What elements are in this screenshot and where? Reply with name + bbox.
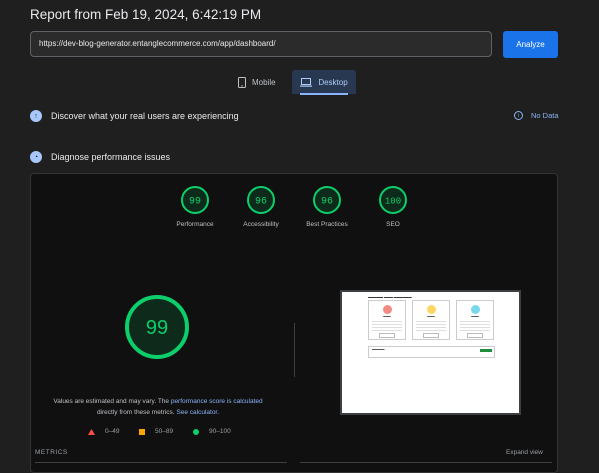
legend-fail: 0–49 — [88, 428, 119, 435]
score-label-best-practices: Best Practices — [306, 221, 348, 228]
thumbnail-card: ▬▬▬ — [412, 300, 450, 340]
thumbnail-card: ▬▬▬ — [368, 300, 406, 340]
score-gauge-seo: 100 — [379, 186, 407, 214]
phone-icon — [238, 76, 246, 88]
performance-score-value: 99 — [146, 317, 168, 339]
score-note: Values are estimated and may vary. The p… — [30, 396, 286, 418]
legend-fail-label: 0–49 — [105, 428, 120, 435]
metrics-divider-left — [35, 462, 287, 463]
thumbnail-card: ▬▬▬ — [456, 300, 494, 340]
url-input-value[interactable]: https://dev-blog-generator.entanglecomme… — [39, 39, 276, 48]
score-label-seo: SEO — [386, 221, 400, 228]
metrics-heading: METRICS — [35, 449, 68, 456]
score-best-practices[interactable]: 96 Best Practices — [298, 185, 356, 228]
analyze-button[interactable]: Analyze — [503, 31, 558, 58]
tab-mobile[interactable]: Mobile — [238, 70, 276, 94]
legend-average: 50–89 — [139, 428, 173, 435]
url-input[interactable]: https://dev-blog-generator.entanglecomme… — [30, 31, 492, 57]
square-icon — [139, 428, 145, 435]
legend-average-label: 50–89 — [155, 428, 174, 435]
gauge-icon: ◔ — [30, 151, 42, 163]
score-accessibility[interactable]: 96 Accessibility — [232, 185, 290, 228]
score-gauge-best-practices: 96 — [313, 186, 341, 214]
score-seo[interactable]: 100 SEO — [364, 185, 422, 228]
no-data-status: i No Data — [514, 111, 559, 120]
diagnose-label: Diagnose performance issues — [51, 152, 171, 162]
see-calculator-link[interactable]: See calculator. — [176, 409, 219, 416]
score-value-seo: 100 — [385, 197, 401, 207]
legend-pass-label: 90–100 — [209, 428, 231, 435]
score-label-performance: Performance — [176, 221, 214, 228]
users-icon: ↑ — [30, 110, 42, 122]
divider — [294, 323, 295, 377]
circle-icon — [193, 428, 199, 435]
metrics-divider-right — [300, 462, 552, 463]
real-users-label: Discover what your real users are experi… — [51, 111, 239, 121]
note-text: Values are estimated and may vary. The — [53, 398, 171, 405]
score-performance[interactable]: 99 Performance — [166, 185, 224, 228]
expand-view-toggle[interactable]: Expand view — [506, 449, 543, 456]
triangle-icon — [88, 428, 95, 435]
thumbnail-heading: ▬▬▬▬▬ ▬▬▬ ▬▬▬▬▬▬ — [368, 295, 412, 299]
score-value-performance: 99 — [189, 197, 201, 208]
tab-desktop[interactable]: Desktop — [292, 70, 356, 94]
score-gauge-performance: 99 — [181, 186, 209, 214]
score-value-accessibility: 96 — [255, 197, 267, 208]
page-screenshot-thumbnail[interactable]: ▬▬▬▬▬ ▬▬▬ ▬▬▬▬▬▬ ▬▬▬ ▬▬▬ ▬▬▬ ▬▬▬▬▬ — [340, 290, 521, 415]
note-text-2: directly from these metrics. — [96, 409, 177, 416]
report-title: Report from Feb 19, 2024, 6:42:19 PM — [30, 7, 262, 22]
thumbnail-row-button — [480, 349, 492, 352]
thumbnail-row: ▬▬▬▬▬ — [368, 346, 495, 358]
performance-score-link[interactable]: performance score is calculated — [171, 398, 263, 405]
score-label-accessibility: Accessibility — [243, 221, 279, 228]
diagnose-section: ◔ Diagnose performance issues — [30, 151, 170, 163]
info-icon: i — [514, 111, 523, 120]
thumbnail-row-label: ▬▬▬▬▬ — [372, 348, 385, 351]
no-data-label: No Data — [531, 111, 559, 120]
laptop-icon — [300, 77, 313, 87]
real-users-section[interactable]: ↑ Discover what your real users are expe… — [30, 110, 239, 122]
score-gauge-accessibility: 96 — [247, 186, 275, 214]
tab-desktop-label: Desktop — [318, 77, 348, 87]
tab-active-indicator — [300, 93, 348, 95]
legend-pass: 90–100 — [193, 428, 231, 435]
score-value-best-practices: 96 — [321, 197, 333, 208]
tab-mobile-label: Mobile — [252, 77, 276, 87]
performance-gauge: 99 — [125, 295, 189, 359]
